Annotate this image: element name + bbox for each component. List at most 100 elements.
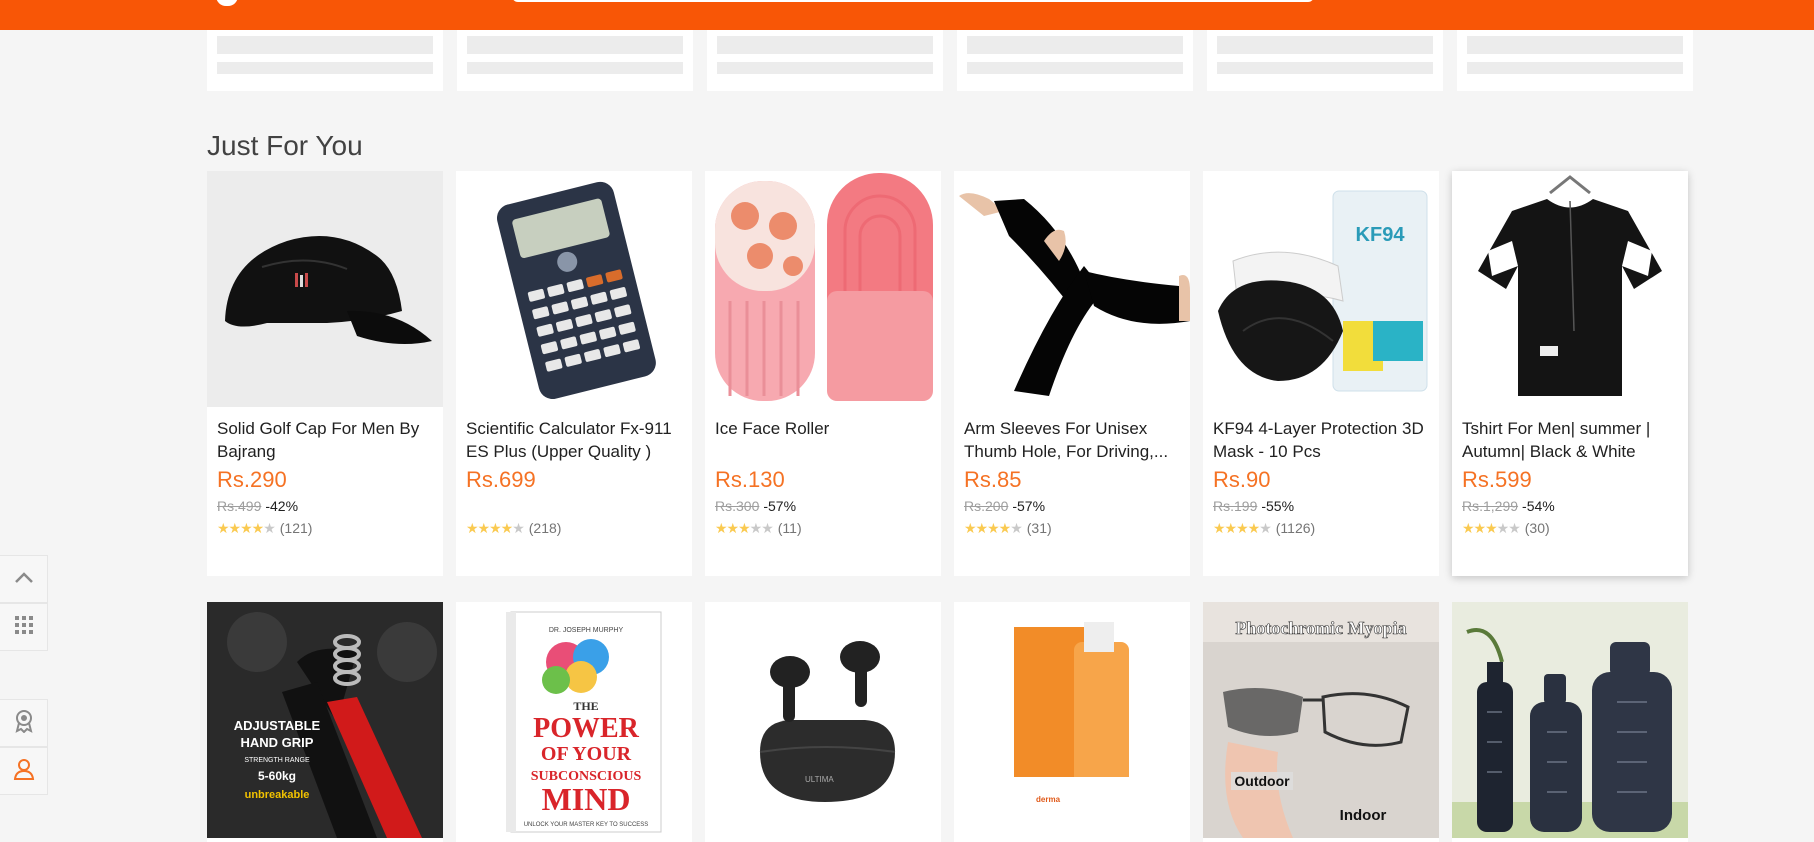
book-title: THE	[573, 699, 598, 713]
book-author: DR. JOSEPH MURPHY	[549, 627, 624, 634]
account-button[interactable]	[0, 747, 48, 795]
arm-sleeves-image	[954, 171, 1190, 407]
rating-row: ★★★★★ (11)	[715, 517, 931, 539]
product-name[interactable]: Tshirt For Men| summer | Autumn| Black &…	[1462, 417, 1678, 463]
review-count: (31)	[1026, 520, 1052, 536]
product-card[interactable]: Scientific Calculator Fx-911 ES Plus (Up…	[456, 171, 692, 576]
review-count: (11)	[777, 520, 802, 536]
product-card[interactable]: Solid Golf Cap For Men By Bajrang Rs.290…	[207, 171, 443, 576]
star-rating-icon: ★★★★★	[1213, 520, 1272, 536]
discount-row: Rs.499 -42%	[217, 495, 433, 517]
star-rating-icon: ★★★★★	[217, 520, 276, 536]
rating-row: ★★★★★ (1126)	[1213, 517, 1429, 539]
product-card[interactable]: Ice Face Roller Rs.130 Rs.300 -57% ★★★★★(…	[705, 171, 941, 576]
product-card[interactable]: KF94 KF94 4-Layer Protection 3D Mask - 1…	[1203, 171, 1439, 576]
grip-label: unbreakable	[245, 789, 310, 801]
bottles-image	[1452, 602, 1688, 838]
review-count: (218)	[528, 520, 562, 536]
rewards-button[interactable]	[0, 699, 48, 747]
rating-row: ★★★★★ (121)	[217, 517, 433, 539]
side-toolbar	[0, 555, 48, 795]
back-to-top-button[interactable]	[0, 555, 48, 603]
product-price: Rs.290	[217, 467, 287, 492]
product-grid: Solid Golf Cap For Men By Bajrang Rs.290…	[207, 171, 1691, 842]
book-title: POWER	[533, 713, 640, 744]
product-name[interactable]: KF94 4-Layer Protection 3D Mask - 10 Pcs	[1213, 417, 1429, 463]
calculator-image	[456, 171, 692, 407]
glasses-label: Indoor	[1340, 807, 1387, 824]
product-price: Rs.90	[1213, 467, 1271, 492]
top-header-bar	[0, 0, 1814, 30]
discount-percent: -42%	[265, 498, 299, 514]
loading-placeholder-row	[207, 30, 1693, 91]
original-price: Rs.1,299	[1462, 498, 1519, 514]
review-count: (30)	[1524, 520, 1550, 536]
hand-grip-image: ADJUSTABLE HAND GRIP STRENGTH RANGE 5-60…	[207, 602, 443, 838]
product-card[interactable]: ULTIMA	[705, 602, 941, 842]
original-price: Rs.199	[1213, 498, 1258, 514]
skeleton-card	[457, 30, 693, 91]
sunscreen-image: derma	[954, 602, 1190, 838]
grip-label: STRENGTH RANGE	[244, 757, 310, 764]
grip-label: HAND GRIP	[241, 735, 314, 750]
star-rating-icon: ★★★★★	[964, 520, 1023, 536]
product-card[interactable]: Tshirt For Men| summer | Autumn| Black &…	[1452, 171, 1688, 576]
product-card[interactable]: ADJUSTABLE HAND GRIP STRENGTH RANGE 5-60…	[207, 602, 443, 842]
glasses-headline: Photochromic Myopia	[1235, 618, 1406, 638]
product-name[interactable]: Solid Golf Cap For Men By Bajrang	[217, 417, 433, 463]
rating-row: ★★★★★ (31)	[964, 517, 1180, 539]
star-rating-icon: ★★★★★	[715, 520, 774, 536]
glasses-image: Photochromic Myopia Outdoor Indoor	[1203, 602, 1439, 838]
earbuds-brand: ULTIMA	[805, 775, 834, 784]
book-title: MIND	[542, 781, 631, 817]
book-subtitle: UNLOCK YOUR MASTER KEY TO SUCCESS	[524, 822, 649, 828]
skeleton-card	[957, 30, 1193, 91]
rating-row: ★★★★★ (30)	[1462, 517, 1678, 539]
logo[interactable]	[216, 0, 238, 6]
rating-row: ★★★★★ (218)	[466, 517, 682, 539]
discount-percent: -57%	[1012, 498, 1046, 514]
product-card[interactable]	[1452, 602, 1688, 842]
star-rating-icon: ★★★★★	[1462, 520, 1521, 536]
product-name[interactable]: Arm Sleeves For Unisex Thumb Hole, For D…	[964, 417, 1180, 463]
tshirt-image	[1452, 171, 1688, 407]
grid-icon	[14, 615, 34, 640]
skeleton-card	[1207, 30, 1443, 91]
product-price: Rs.699	[466, 467, 536, 492]
book-title: OF YOUR	[541, 743, 632, 765]
mask-image: KF94	[1203, 171, 1439, 407]
product-card[interactable]: DR. JOSEPH MURPHY THE POWER OF YOUR SUBC…	[456, 602, 692, 842]
product-card[interactable]: Photochromic Myopia Outdoor Indoor	[1203, 602, 1439, 842]
skeleton-card	[207, 30, 443, 91]
glasses-label: Outdoor	[1234, 773, 1290, 789]
skeleton-card	[1457, 30, 1693, 91]
product-price: Rs.599	[1462, 467, 1532, 492]
search-input[interactable]	[512, 0, 1314, 2]
product-price: Rs.130	[715, 467, 785, 492]
discount-row	[466, 495, 682, 517]
discount-row: Rs.200 -57%	[964, 495, 1180, 517]
discount-percent: -54%	[1522, 498, 1555, 514]
product-card[interactable]: Arm Sleeves For Unisex Thumb Hole, For D…	[954, 171, 1190, 576]
discount-row: Rs.300 -57%	[715, 495, 931, 517]
discount-percent: -55%	[1261, 498, 1295, 514]
sunscreen-brand: derma	[1036, 795, 1061, 804]
cap-image	[207, 171, 443, 407]
original-price: Rs.200	[964, 498, 1009, 514]
svg-text:KF94: KF94	[1356, 224, 1406, 246]
badge-icon	[13, 709, 35, 738]
categories-button[interactable]	[0, 603, 48, 651]
book-image: DR. JOSEPH MURPHY THE POWER OF YOUR SUBC…	[456, 602, 692, 838]
product-name[interactable]: Ice Face Roller	[715, 417, 931, 463]
product-card[interactable]: derma	[954, 602, 1190, 842]
grip-label: ADJUSTABLE	[234, 718, 321, 733]
discount-row: Rs.1,299 -54%	[1462, 495, 1678, 517]
star-rating-icon: ★★★★★	[466, 520, 525, 536]
product-name[interactable]: Scientific Calculator Fx-911 ES Plus (Up…	[466, 417, 682, 463]
original-price: Rs.300	[715, 498, 760, 514]
grip-label: 5-60kg	[258, 769, 296, 783]
discount-row: Rs.199 -55%	[1213, 495, 1429, 517]
skeleton-card	[707, 30, 943, 91]
user-icon	[13, 758, 35, 785]
chevron-up-icon	[14, 570, 34, 589]
